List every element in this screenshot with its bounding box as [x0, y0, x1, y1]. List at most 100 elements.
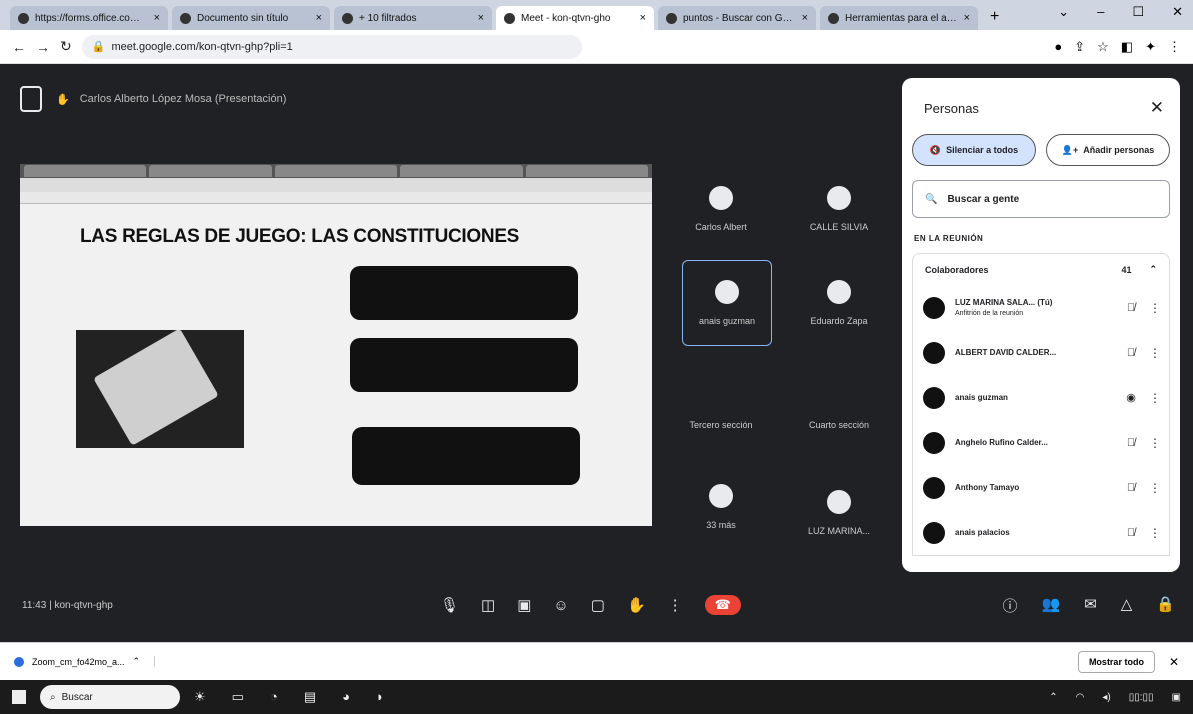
back-icon[interactable]: ←	[12, 39, 26, 55]
participant-tile[interactable]: Carlos Albert	[676, 166, 766, 252]
present-icon[interactable]: ▢	[591, 596, 605, 614]
more-options-icon[interactable]: ⋮	[1149, 481, 1161, 495]
more-options-icon[interactable]: ⋮	[1149, 391, 1161, 405]
close-window-icon[interactable]: ✕	[1172, 4, 1183, 20]
browser-tab-active[interactable]: Meet - kon-qtvn-gho ×	[496, 6, 654, 30]
person-row[interactable]: Anthony Tamayo 🎙̸ ⋮	[913, 465, 1169, 510]
tab-favicon-icon	[180, 12, 191, 24]
browser-tab[interactable]: puntos - Buscar con Google ×	[658, 6, 816, 30]
close-icon[interactable]: ×	[964, 12, 970, 24]
minimize-icon[interactable]: –	[1097, 4, 1104, 20]
share-icon[interactable]: ⇪	[1074, 39, 1085, 55]
person-row[interactable]: ALBERT DAVID CALDER... 🎙̸ ⋮	[913, 330, 1169, 375]
mic-off-icon[interactable]: 🎙̸	[1123, 302, 1139, 314]
person-row[interactable]: LUZ MARINA SALA... (Tú) Anfitrión de la r…	[913, 285, 1169, 330]
close-icon[interactable]: ×	[316, 12, 322, 24]
system-tray: ⌃ ◠ ◂) ▯▯:▯▯ ▣	[1049, 692, 1181, 703]
meet-header: ✋ Carlos Alberto López Mosa (Presentació…	[20, 86, 286, 112]
wifi-icon[interactable]: ◠	[1076, 692, 1085, 703]
mic-off-icon[interactable]: 🎙̸	[1123, 437, 1139, 449]
close-icon[interactable]: ×	[478, 12, 484, 24]
emoji-icon[interactable]: ☺	[553, 597, 568, 614]
activities-icon[interactable]: △	[1121, 595, 1133, 616]
raise-hand-icon[interactable]: ✋	[627, 596, 646, 614]
sidepanel-icon[interactable]: ◧	[1121, 39, 1133, 55]
clock[interactable]: ▯▯:▯▯	[1129, 692, 1154, 703]
more-options-icon[interactable]: ⋮	[1149, 526, 1161, 540]
participant-tile-speaking[interactable]: anais guzman	[682, 260, 772, 346]
people-panel: Personas ✕ 🔇 Silenciar a todos 👤+ Añadir p…	[902, 78, 1180, 572]
extensions-icon[interactable]: ✦	[1145, 39, 1156, 55]
leave-call-button[interactable]: ☎	[704, 595, 741, 615]
mic-icon[interactable]: 🎙	[440, 596, 459, 614]
task-view-icon[interactable]: ▭	[232, 689, 244, 705]
mic-off-icon[interactable]: 🎙̸	[1123, 527, 1139, 539]
participant-tile[interactable]: Eduardo Zapa	[794, 260, 884, 346]
participant-tile[interactable]: LUZ MARINA...	[794, 470, 884, 556]
more-options-icon[interactable]: ⋮	[1149, 301, 1161, 315]
slide-box	[352, 427, 580, 485]
browser-tab[interactable]: Documento sin título ×	[172, 6, 330, 30]
group-header[interactable]: Colaboradores 41 ⌃	[913, 254, 1169, 285]
slide-box	[350, 338, 578, 392]
mic-off-icon[interactable]: 🎙̸	[1123, 347, 1139, 359]
show-all-button[interactable]: Mostrar todo	[1077, 650, 1155, 673]
tab-favicon-icon	[504, 12, 515, 24]
file-explorer-icon[interactable]: ▤	[304, 689, 316, 705]
speaking-icon[interactable]: ◉	[1123, 391, 1139, 404]
close-icon[interactable]: ×	[640, 12, 646, 24]
close-icon[interactable]: ×	[802, 12, 808, 24]
person-row[interactable]: Anghelo Rufino Calder... 🎙̸ ⋮	[913, 420, 1169, 465]
new-tab-button[interactable]: +	[982, 8, 1007, 30]
info-icon[interactable]: ⓘ	[1002, 595, 1017, 616]
forward-icon[interactable]: →	[36, 39, 50, 55]
camera-toggle-icon[interactable]: ◫	[481, 596, 495, 614]
add-person-icon: 👤+	[1061, 144, 1079, 155]
chrome-icon[interactable]: ◕	[342, 689, 350, 705]
close-icon[interactable]: ×	[154, 12, 160, 24]
close-icon[interactable]: ✕	[1169, 655, 1179, 669]
bookmark-star-icon[interactable]: ☆	[1097, 39, 1109, 55]
tray-chevron-icon[interactable]: ⌃	[1049, 692, 1057, 703]
chevron-up-icon[interactable]: ⌃	[133, 656, 141, 667]
person-row[interactable]: anais palacios 🎙̸ ⋮	[913, 510, 1169, 555]
host-controls-icon[interactable]: 🔒	[1156, 595, 1175, 616]
close-icon[interactable]: ✕	[1150, 98, 1164, 118]
browser-tab[interactable]: https://forms.office.com/... ×	[10, 6, 168, 30]
maximize-icon[interactable]: ☐	[1132, 4, 1144, 20]
participant-tile[interactable]: 33 más	[676, 464, 766, 550]
widgets-icon[interactable]: ☀	[194, 689, 206, 705]
participant-tile[interactable]: CALLE SILVIA	[794, 166, 884, 252]
mute-all-button[interactable]: 🔇 Silenciar a todos	[912, 134, 1036, 166]
more-options-icon[interactable]: ⋮	[1149, 436, 1161, 450]
more-options-icon[interactable]: ⋮	[668, 596, 683, 614]
browser-tab[interactable]: + 10 filtrados ×	[334, 6, 492, 30]
captions-icon[interactable]: ▣	[517, 596, 531, 614]
download-shelf: Zoom_cm_fo42mo_a... ⌃ Mostrar todo ✕	[0, 642, 1193, 680]
more-options-icon[interactable]: ⋮	[1149, 346, 1161, 360]
chat-icon[interactable]: ✉	[1084, 595, 1097, 616]
search-people-input[interactable]: 🔍 Buscar a gente	[912, 180, 1170, 218]
reload-icon[interactable]: ↻	[60, 38, 72, 55]
volume-icon[interactable]: ◂)	[1102, 692, 1110, 703]
windows-start-icon[interactable]	[12, 690, 26, 704]
chevron-up-icon[interactable]: ⌃	[1149, 264, 1157, 275]
participant-tile[interactable]: Cuarto sección	[794, 364, 884, 450]
app-icon[interactable]: ◗	[376, 689, 384, 705]
add-people-button[interactable]: 👤+ Añadir personas	[1046, 134, 1170, 166]
tab-search-icon[interactable]: ⌄	[1058, 4, 1069, 20]
taskbar: ⌕ Buscar ☀ ▭ ◔ ▤ ◕ ◗ ⌃ ◠ ◂) ▯▯:▯▯ ▣	[0, 680, 1193, 714]
url-field[interactable]: 🔒 meet.google.com/kon-qtvn-ghp?pli=1	[81, 34, 582, 59]
participant-tile[interactable]: Tercero sección	[676, 364, 766, 450]
download-item[interactable]: Zoom_cm_fo42mo_a... ⌃	[14, 656, 156, 667]
search-icon: ⌕	[50, 691, 56, 703]
edge-icon[interactable]: ◔	[270, 689, 278, 705]
browser-tab[interactable]: Herramientas para el aula ×	[820, 6, 978, 30]
people-icon[interactable]: 👥	[1042, 595, 1061, 616]
taskbar-search[interactable]: ⌕ Buscar	[40, 685, 180, 709]
person-row[interactable]: anais guzman ◉ ⋮	[913, 375, 1169, 420]
mic-off-icon[interactable]: 🎙̸	[1123, 482, 1139, 494]
notifications-icon[interactable]: ▣	[1172, 692, 1181, 703]
menu-icon[interactable]: ⋮	[1168, 39, 1181, 55]
camera-icon[interactable]: ●	[1054, 39, 1062, 55]
